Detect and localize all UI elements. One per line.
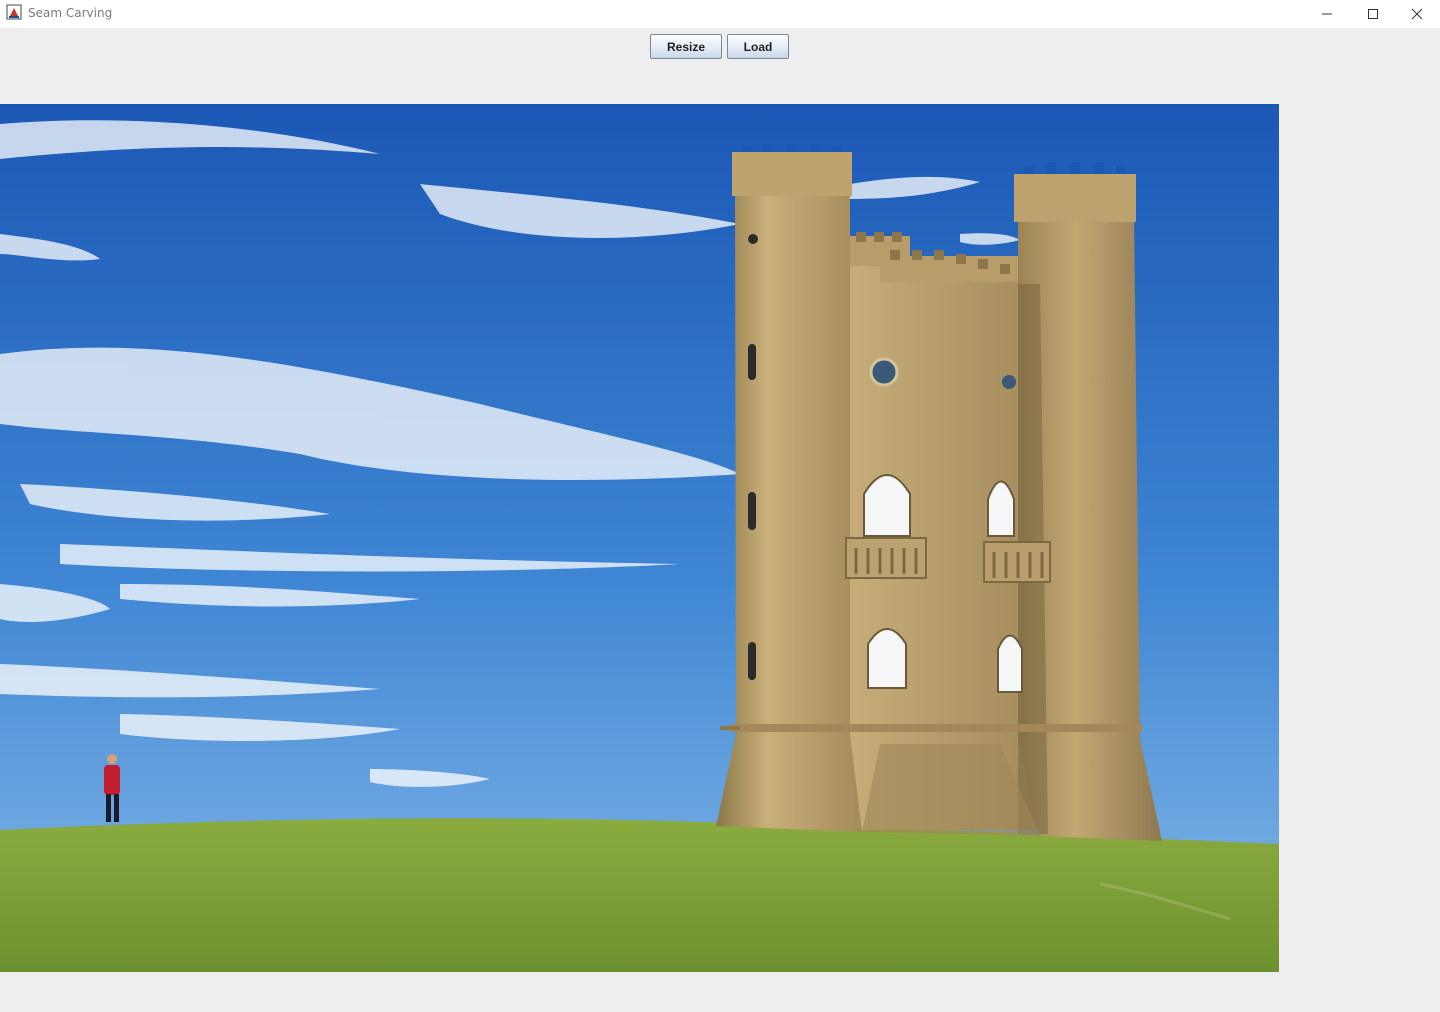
maximize-icon	[1368, 9, 1378, 19]
load-button[interactable]: Load	[727, 34, 789, 59]
close-icon	[1411, 8, 1423, 20]
maximize-button[interactable]	[1350, 0, 1396, 28]
toolbar: Resize Load	[0, 28, 1440, 104]
minimize-icon	[1322, 13, 1332, 15]
minimize-button[interactable]	[1304, 0, 1350, 28]
java-cup-icon	[6, 4, 22, 20]
close-button[interactable]	[1394, 0, 1440, 28]
window-title: Seam Carving	[28, 6, 113, 20]
resize-button[interactable]: Resize	[650, 34, 722, 59]
title-bar: Seam Carving	[0, 0, 1440, 28]
landscape-photo	[0, 104, 1279, 972]
image-canvas	[0, 104, 1279, 972]
